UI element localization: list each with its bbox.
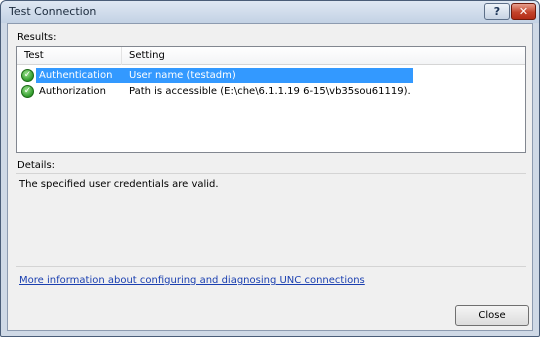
results-row[interactable]: ✓ Authentication User name (testadm)	[17, 68, 413, 83]
success-check-icon: ✓	[21, 85, 34, 98]
window-close-button[interactable]: ✕	[511, 3, 536, 20]
details-panel: The specified user credentials are valid…	[16, 173, 526, 267]
help-icon: ?	[493, 5, 501, 18]
results-column-header: Test Setting	[17, 47, 525, 65]
close-button[interactable]: Close	[455, 305, 529, 326]
row-test-name: Authentication	[36, 68, 124, 83]
window-title: Test Connection	[9, 5, 97, 18]
row-setting-value: Path is accessible (E:\che\6.1.1.19 6-15…	[129, 86, 411, 97]
close-icon: ✕	[518, 5, 529, 18]
results-list[interactable]: Test Setting ✓ Authentication User name …	[16, 46, 526, 153]
row-test-name: Authorization	[39, 86, 106, 97]
column-header-setting[interactable]: Setting	[122, 47, 525, 65]
results-label: Results:	[17, 32, 57, 43]
unc-help-link[interactable]: More information about configuring and d…	[19, 275, 365, 286]
column-header-test[interactable]: Test	[17, 47, 122, 65]
details-text: The specified user credentials are valid…	[19, 179, 219, 190]
help-button[interactable]: ?	[484, 3, 510, 20]
details-label: Details:	[17, 160, 56, 171]
dialog-body: Results: Test Setting ✓ Authentication U…	[7, 23, 533, 331]
test-connection-dialog: Test Connection ? ✕ Results: Test Settin…	[0, 0, 540, 337]
row-setting-value: User name (testadm)	[122, 68, 413, 83]
success-check-icon: ✓	[21, 69, 34, 82]
title-bar[interactable]: Test Connection ? ✕	[1, 1, 539, 23]
results-row[interactable]: ✓ Authorization Path is accessible (E:\c…	[17, 84, 413, 99]
